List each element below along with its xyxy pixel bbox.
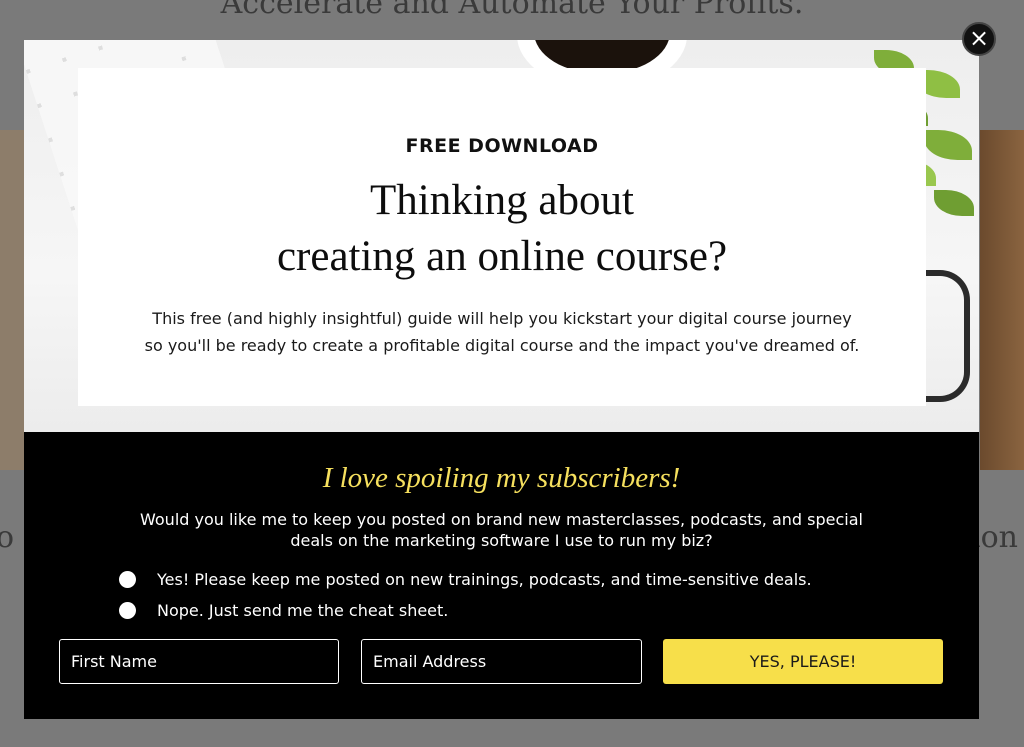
option-yes-label[interactable]: Yes! Please keep me posted on new traini… [157, 570, 812, 589]
first-name-input[interactable] [59, 639, 339, 684]
close-icon[interactable]: × [962, 22, 996, 56]
background-page-heading: Accelerate and Automate Your Profits. [220, 0, 804, 21]
subtext-line-1: This free (and highly insightful) guide … [152, 309, 852, 328]
option-yes[interactable]: Yes! Please keep me posted on new traini… [119, 568, 812, 590]
headline-line-1: Thinking about [370, 177, 634, 224]
option-no[interactable]: Nope. Just send me the cheat sheet. [119, 599, 448, 621]
submit-button[interactable]: YES, PLEASE! [663, 639, 943, 684]
subtext-line-2: so you'll be ready to create a profitabl… [144, 336, 860, 355]
optin-modal: FREE DOWNLOAD Thinking about creating an… [24, 40, 979, 719]
hero-image: FREE DOWNLOAD Thinking about creating an… [24, 40, 979, 432]
spoil-heading: I love spoiling my subscribers! [322, 462, 681, 494]
radio-yes[interactable] [119, 570, 136, 588]
eyebrow-label: FREE DOWNLOAD [405, 135, 599, 157]
headline-line-2: creating an online course? [276, 233, 728, 280]
subtext: This free (and highly insightful) guide … [78, 305, 926, 359]
background-image-right [980, 130, 1024, 470]
question-line-2: deals on the marketing software I use to… [290, 531, 713, 550]
hero-card: FREE DOWNLOAD Thinking about creating an… [78, 68, 926, 406]
headline: Thinking about creating an online course… [78, 173, 926, 285]
background-text-left: o [0, 520, 15, 555]
subscribe-question: Would you like me to keep you posted on … [24, 509, 979, 551]
subscribe-panel: I love spoiling my subscribers! Would yo… [24, 432, 979, 719]
option-no-label[interactable]: Nope. Just send me the cheat sheet. [157, 601, 448, 620]
radio-no[interactable] [119, 601, 136, 619]
email-input[interactable] [361, 639, 642, 684]
question-line-1: Would you like me to keep you posted on … [140, 510, 863, 529]
background-image-left [0, 130, 24, 470]
